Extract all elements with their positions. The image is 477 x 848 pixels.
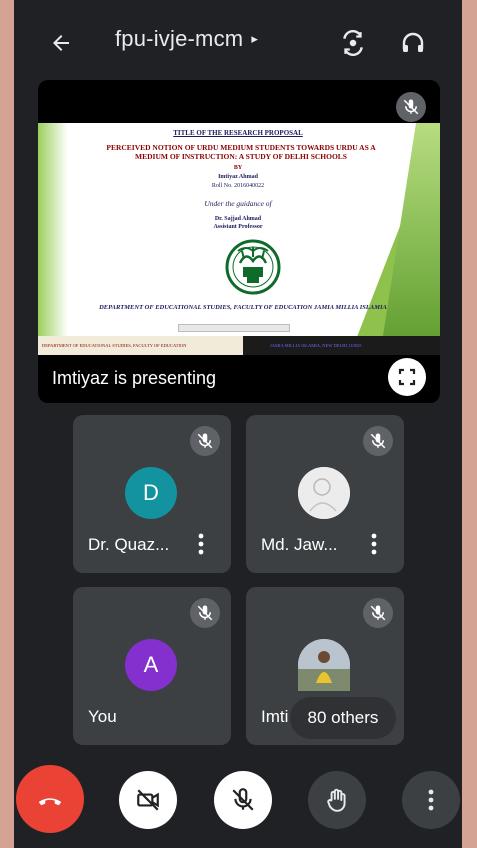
avatar (298, 467, 350, 519)
participant-muted-badge (190, 426, 220, 456)
camera-switch-icon (343, 30, 363, 56)
participant-muted-badge (363, 426, 393, 456)
raise-hand-button[interactable] (308, 771, 366, 829)
slide-author: Imtiyaz Ahmad (218, 174, 258, 180)
headphones-icon (402, 32, 424, 52)
slide-decoration-left (38, 123, 68, 355)
presenting-label: Imtiyaz is presenting (52, 368, 217, 388)
meet-app: fpu-ivje-mcm ▸ TITLE OF THE RESEARCH PRO… (14, 0, 462, 848)
slide-toolbar (178, 324, 290, 332)
more-vert-icon (428, 789, 434, 811)
mic-off-icon (232, 788, 254, 811)
slide-heading: TITLE OF THE RESEARCH PROPOSAL (173, 129, 303, 137)
university-emblem (225, 239, 281, 295)
participant-name: Imti (261, 707, 289, 726)
avatar-letter: A (143, 652, 159, 677)
slide-by: BY (233, 165, 243, 171)
mic-off-icon (370, 433, 386, 449)
participant-name: Dr. Quaz... (88, 535, 170, 554)
avatar: A (125, 639, 177, 691)
participant-options-button[interactable] (364, 531, 384, 557)
arrow-left-icon (53, 35, 69, 51)
avatar: D (125, 467, 177, 519)
slide-guidance: Under the guidance of (204, 199, 272, 208)
mic-off-icon (197, 433, 213, 449)
more-vert-icon (198, 533, 204, 555)
mic-off-icon (370, 605, 386, 621)
camera-toggle-button[interactable] (119, 771, 177, 829)
slide-topic: PERCEIVED NOTION OF URDU MEDIUM STUDENTS… (106, 143, 376, 161)
slide-department: DEPARTMENT OF EDUCATIONAL STUDIES, FACUL… (99, 304, 387, 311)
slide-footer-right: JAMIA MILLIA ISLAMIA, NEW DELHI 110025 (270, 343, 362, 348)
mic-toggle-button[interactable] (214, 771, 272, 829)
more-options-button[interactable] (402, 771, 460, 829)
call-end-icon (38, 798, 62, 806)
profile-photo-icon (298, 467, 350, 519)
back-button[interactable] (44, 26, 78, 60)
fullscreen-button[interactable] (388, 358, 426, 396)
mic-off-icon (403, 99, 419, 115)
end-call-button[interactable] (16, 765, 84, 833)
slide-footer-left: DEPARTMENT OF EDUCATIONAL STUDIES, FACUL… (38, 336, 243, 355)
slide-guide-name: Dr. Sajjad Ahmad (214, 216, 262, 222)
participant-muted-badge (363, 598, 393, 628)
mic-off-icon (197, 605, 213, 621)
fullscreen-icon (398, 368, 416, 386)
participant-tile[interactable]: Md. Jaw... (246, 415, 404, 573)
switch-camera-button[interactable] (336, 26, 370, 60)
participant-name: You (88, 707, 117, 726)
slide-footer: DEPARTMENT OF EDUCATIONAL STUDIES, FACUL… (38, 336, 440, 355)
shared-slide: TITLE OF THE RESEARCH PROPOSAL PERCEIVED… (38, 123, 440, 355)
audio-output-button[interactable] (396, 26, 430, 60)
participant-tile[interactable]: D Dr. Quaz... (73, 415, 231, 573)
meeting-code: fpu-ivje-mcm (115, 26, 244, 51)
more-vert-icon (371, 533, 377, 555)
participant-tile[interactable]: A You (73, 587, 231, 745)
presentation-tile[interactable]: TITLE OF THE RESEARCH PROPOSAL PERCEIVED… (38, 80, 440, 403)
avatar (298, 639, 350, 691)
top-bar: fpu-ivje-mcm ▸ (14, 0, 462, 86)
slide-roll: Roll No. 2016040022 (211, 183, 265, 189)
hand-icon (327, 788, 346, 812)
profile-photo-icon (298, 639, 350, 691)
caret-right-icon: ▸ (251, 31, 259, 46)
videocam-off-icon (137, 789, 159, 811)
participant-name: Md. Jaw... (261, 535, 338, 554)
participant-muted-badge (190, 598, 220, 628)
others-count-chip[interactable]: 80 others (290, 697, 396, 739)
presenter-muted-badge (396, 92, 426, 122)
participant-options-button[interactable] (191, 531, 211, 557)
avatar-letter: D (143, 480, 159, 505)
slide-guide-title: Assistant Professor (213, 224, 263, 230)
meeting-title[interactable]: fpu-ivje-mcm ▸ (115, 26, 258, 52)
